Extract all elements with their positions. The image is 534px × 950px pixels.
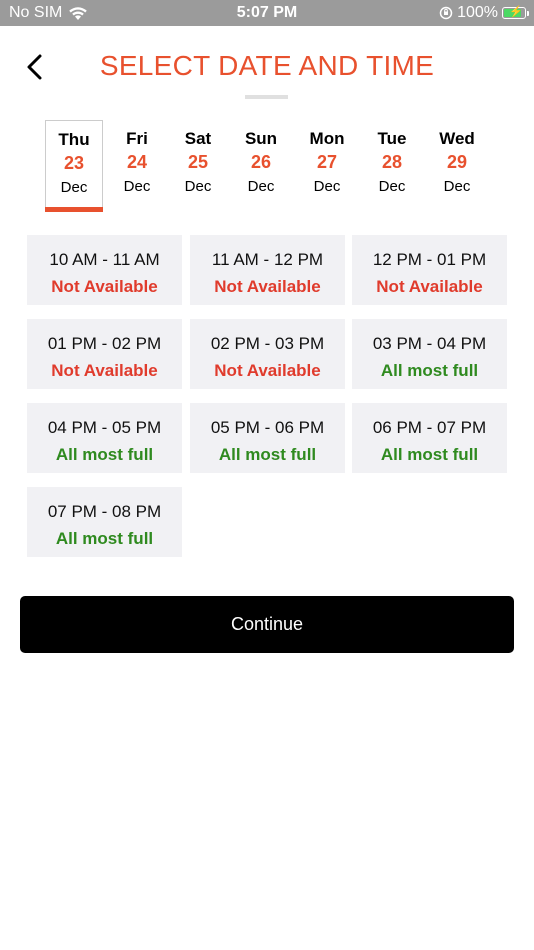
date-month: Dec bbox=[443, 178, 471, 195]
time-slot[interactable]: 12 PM - 01 PM Not Available bbox=[352, 235, 507, 305]
slot-status: Not Available bbox=[214, 277, 321, 296]
date-month: Dec bbox=[247, 178, 275, 195]
status-bar: No SIM 5:07 PM 100% ⚡ bbox=[0, 0, 534, 26]
date-month: Dec bbox=[313, 178, 341, 195]
date-month: Dec bbox=[184, 178, 212, 195]
time-slot[interactable]: 10 AM - 11 AM Not Available bbox=[27, 235, 182, 305]
date-day: Sun bbox=[244, 129, 278, 148]
slot-status: Not Available bbox=[376, 277, 483, 296]
date-item-sat-25[interactable]: Sat 25 Dec bbox=[169, 120, 227, 210]
battery-icon: ⚡ bbox=[502, 6, 529, 19]
slot-status: Not Available bbox=[51, 361, 158, 380]
date-day: Sat bbox=[184, 129, 212, 148]
orientation-lock-icon bbox=[439, 6, 453, 20]
date-month: Dec bbox=[60, 179, 88, 196]
date-number: 25 bbox=[187, 152, 209, 172]
date-day: Thu bbox=[58, 130, 90, 149]
time-slot[interactable]: 01 PM - 02 PM Not Available bbox=[27, 319, 182, 389]
slot-time: 10 AM - 11 AM bbox=[49, 250, 160, 269]
date-number: 29 bbox=[446, 152, 468, 172]
date-number: 24 bbox=[126, 152, 148, 172]
time-slot[interactable]: 04 PM - 05 PM All most full bbox=[27, 403, 182, 473]
date-item-mon-27[interactable]: Mon 27 Dec bbox=[298, 120, 356, 210]
time-slot[interactable]: 02 PM - 03 PM Not Available bbox=[190, 319, 345, 389]
slot-time: 12 PM - 01 PM bbox=[372, 250, 487, 269]
continue-button[interactable]: Continue bbox=[20, 596, 514, 653]
status-right: 100% ⚡ bbox=[439, 4, 529, 22]
date-item-sun-26[interactable]: Sun 26 Dec bbox=[232, 120, 290, 210]
date-number: 26 bbox=[250, 152, 272, 172]
date-day: Mon bbox=[309, 129, 345, 148]
date-day: Wed bbox=[439, 129, 475, 148]
slot-status: All most full bbox=[55, 445, 154, 464]
date-number: 27 bbox=[316, 152, 338, 172]
slot-time: 07 PM - 08 PM bbox=[47, 502, 162, 521]
slot-status: All most full bbox=[380, 445, 479, 464]
slot-time: 02 PM - 03 PM bbox=[210, 334, 325, 353]
slot-status: All most full bbox=[380, 361, 479, 380]
page-title: SELECT DATE AND TIME bbox=[99, 50, 435, 81]
date-item-thu-23[interactable]: Thu 23 Dec bbox=[45, 120, 103, 212]
time-slot[interactable]: 05 PM - 06 PM All most full bbox=[190, 403, 345, 473]
slot-status: Not Available bbox=[214, 361, 321, 380]
date-item-wed-29[interactable]: Wed 29 Dec bbox=[428, 120, 486, 210]
time-slot[interactable]: 07 PM - 08 PM All most full bbox=[27, 487, 182, 557]
date-day: Tue bbox=[377, 129, 407, 148]
battery-percent: 100% bbox=[457, 4, 498, 21]
time-slot[interactable]: 03 PM - 04 PM All most full bbox=[352, 319, 507, 389]
slot-time: 05 PM - 06 PM bbox=[210, 418, 325, 437]
slot-time: 11 AM - 12 PM bbox=[211, 250, 324, 269]
date-strip: Thu 23 Dec Fri 24 Dec Sat 25 Dec Sun 26 … bbox=[40, 120, 494, 212]
slot-status: Not Available bbox=[51, 277, 158, 296]
date-month: Dec bbox=[378, 178, 406, 195]
slot-time: 06 PM - 07 PM bbox=[372, 418, 487, 437]
date-month: Dec bbox=[123, 178, 151, 195]
slot-status: All most full bbox=[218, 445, 317, 464]
date-number: 28 bbox=[381, 152, 403, 172]
charging-bolt-icon: ⚡ bbox=[509, 6, 523, 18]
date-item-fri-24[interactable]: Fri 24 Dec bbox=[108, 120, 166, 210]
time-slot[interactable]: 11 AM - 12 PM Not Available bbox=[190, 235, 345, 305]
time-slot[interactable]: 06 PM - 07 PM All most full bbox=[352, 403, 507, 473]
slot-time: 01 PM - 02 PM bbox=[47, 334, 162, 353]
date-day: Fri bbox=[126, 129, 148, 148]
title-divider bbox=[245, 95, 288, 99]
slot-time: 03 PM - 04 PM bbox=[372, 334, 487, 353]
date-number: 23 bbox=[63, 153, 85, 173]
slot-time: 04 PM - 05 PM bbox=[47, 418, 162, 437]
slot-status: All most full bbox=[55, 529, 154, 548]
date-item-tue-28[interactable]: Tue 28 Dec bbox=[363, 120, 421, 210]
